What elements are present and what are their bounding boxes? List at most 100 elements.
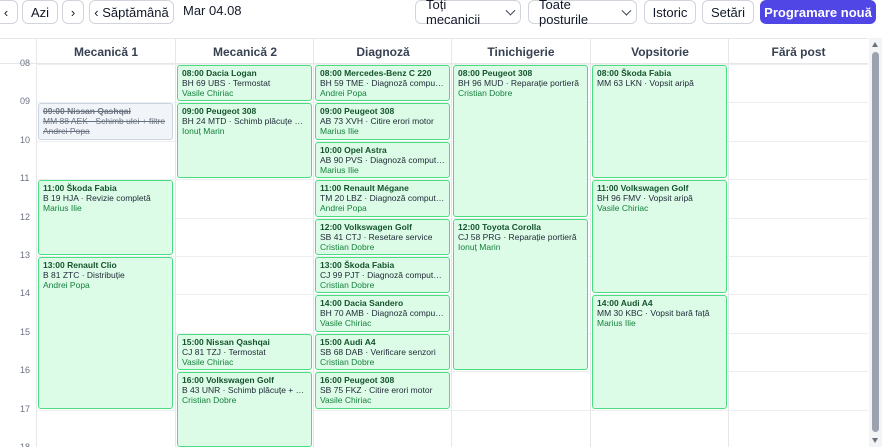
appointment-card[interactable]: 12:00 Toyota Corolla CJ 58 PRG · Reparați…	[453, 218, 588, 371]
hour-label: 08	[20, 58, 31, 68]
appointment-title: 13:00 Škoda Fabia	[320, 260, 395, 270]
appointment-details: MM 88 AEK · Schimb ulei + filtre	[43, 116, 166, 127]
appointment-mechanic: Vasile Chiriac	[320, 318, 372, 329]
appointment-title: 09:00 Peugeot 308	[320, 106, 395, 117]
settings-button[interactable]: Setări	[702, 0, 754, 24]
appointment-mechanic: Vasile Chiriac	[597, 203, 649, 214]
appointment-mechanic: Cristian Dobre	[320, 356, 375, 367]
current-date: Mar 04.08	[183, 3, 242, 18]
appointment-title: 12:00 Toyota Corolla	[458, 221, 541, 232]
column-header: Mecanică 2	[175, 39, 314, 64]
appointment-card[interactable]: 08:00 Škoda Fabia MM 63 LKN · Vopsit arip…	[592, 65, 727, 179]
appointment-card[interactable]: 15:00 Audi A4 SB 68 DAB · Verificare senz…	[315, 333, 450, 371]
appointment-title: 15:00 Audi A4	[320, 336, 376, 347]
appointment-details: SB 68 DAB · Verificare senzori	[320, 346, 436, 357]
appointment-card[interactable]: 11:00 Škoda Fabia B 19 HJA · Revizie comp…	[38, 180, 173, 255]
appointment-card[interactable]: 16:00 Peugeot 308 SB 75 FKZ · Citire eror…	[315, 372, 450, 409]
hour-label: 18	[20, 442, 31, 447]
appointment-mechanic: Cristian Dobre	[320, 280, 375, 290]
appointment-title: 08:00 Peugeot 308	[458, 68, 533, 78]
hour-label: 11	[20, 173, 30, 184]
toolbar: ‹ Azi › ‹ Săptămână Mar 04.08 Toți mecan…	[0, 0, 882, 27]
column-header: Mecanică 1	[36, 39, 175, 64]
station-filter-select[interactable]: Toate posturile	[528, 0, 637, 27]
appointment-details: AB 73 XVH · Citire erori motor	[320, 116, 434, 127]
appointment-card[interactable]: 11:00 Renault Mégane TM 20 LBZ · Diagnoză…	[315, 180, 450, 217]
appointment-card[interactable]: 16:00 Volkswagen Golf B 43 UNR · Schimb p…	[177, 372, 312, 447]
hour-label: 12	[20, 211, 31, 222]
appointment-details: MM 30 KBC · Vopsit bară față	[597, 308, 710, 319]
calendar-body: 08 09 10 11 12 13 14 15 16 17 18 09:00 Nissan Qashq…	[0, 58, 868, 447]
prev-day-button[interactable]: ‹	[0, 0, 18, 24]
history-button[interactable]: Istoric	[644, 0, 696, 24]
next-day-button[interactable]: ›	[62, 0, 84, 24]
appointment-mechanic: Vasile Chiriac	[182, 356, 234, 367]
appointment-mechanic: Marius Ilie	[43, 203, 82, 214]
appointment-details: CJ 58 PRG · Reparație portieră	[458, 231, 577, 242]
appointment-details: SB 41 CTJ · Resetare service	[320, 231, 433, 242]
appointment-mechanic: Vasile Chiriac	[182, 88, 234, 98]
appointment-title: 14:00 Audi A4	[597, 298, 653, 309]
hour-label: 16	[20, 365, 31, 376]
scroll-down-icon[interactable]	[872, 438, 878, 443]
column-header: Diagnoză	[313, 39, 452, 64]
appointment-title: 08:00 Škoda Fabia	[597, 68, 672, 78]
appointment-mechanic: Andrei Popa	[320, 88, 367, 98]
hour-label: 09	[20, 96, 31, 107]
appointment-details: SB 75 FKZ · Citire erori motor	[320, 385, 433, 396]
appointment-card[interactable]: 15:00 Nissan Qashqai CJ 81 TZJ · Termosta…	[177, 333, 312, 371]
appointment-mechanic: Marius Ilie	[597, 318, 636, 329]
appointment-card[interactable]: 13:00 Škoda Fabia CJ 99 PJT · Diagnoză co…	[315, 257, 450, 294]
appointment-details: B 19 HJA · Revizie completă	[43, 193, 151, 204]
hour-label: 10	[20, 134, 31, 145]
chevron-down-icon	[621, 5, 632, 15]
hour-label: 17	[20, 403, 31, 414]
appointment-card[interactable]: 12:00 Volkswagen Golf SB 41 CTJ · Resetar…	[315, 218, 450, 255]
appointment-title: 09:00 Peugeot 308	[182, 106, 257, 117]
vertical-scrollbar[interactable]	[869, 38, 882, 447]
appointment-mechanic: Marius Ilie	[320, 164, 359, 175]
chevron-down-icon	[505, 5, 516, 15]
scroll-up-icon[interactable]	[872, 42, 878, 47]
appointment-card[interactable]: 08:00 Mercedes-Benz C 220 BH 59 TME · Dia…	[315, 65, 450, 102]
appointment-title: 16:00 Peugeot 308	[320, 375, 395, 386]
appointment-title: 08:00 Mercedes-Benz C 220	[320, 68, 432, 78]
mechanic-filter-select[interactable]: Toți mecanicii	[415, 0, 521, 27]
appointment-mechanic: Ionuț Marin	[182, 126, 225, 137]
new-appointment-button[interactable]: Programare nouă	[760, 0, 876, 24]
appointment-card[interactable]: 09:00 Peugeot 308 BH 24 MTD · Schimb plăc…	[177, 103, 312, 179]
appointment-card[interactable]: 08:00 Dacia Logan BH 69 UBS · Termostat Va…	[177, 65, 312, 102]
scrollbar-thumb[interactable]	[872, 52, 879, 432]
column-header: Vopsitorie	[590, 39, 729, 64]
week-view-button[interactable]: ‹ Săptămână	[89, 0, 174, 24]
station-filter-value: Toate posturile	[539, 0, 589, 27]
appointment-card[interactable]: 08:00 Peugeot 308 BH 96 MUD · Reparație p…	[453, 65, 588, 217]
appointment-details: CJ 99 PJT · Diagnoză computerizată	[320, 270, 445, 280]
today-button[interactable]: Azi	[22, 0, 58, 24]
appointment-details: MM 63 LKN · Vopsit aripă	[597, 78, 694, 88]
appointment-card[interactable]: 11:00 Volkswagen Golf BH 96 FMV · Vopsit …	[592, 180, 727, 294]
appointment-mechanic: Andrei Popa	[43, 280, 90, 290]
hour-label: 15	[20, 326, 31, 337]
hour-label: 13	[20, 250, 31, 260]
appointment-details: AB 90 PVS · Diagnoză computerizată	[320, 154, 445, 165]
appointment-mechanic: Andrei Popa	[43, 126, 90, 137]
appointment-title: 12:00 Volkswagen Golf	[320, 221, 412, 232]
hour-gridline	[36, 64, 868, 65]
appointment-title: 11:00 Renault Mégane	[320, 183, 409, 194]
column-headers: Mecanică 1 Mecanică 2 Diagnoză Tinichigerie…	[0, 38, 868, 64]
appointment-card[interactable]: 10:00 Opel Astra AB 90 PVS · Diagnoză com…	[315, 141, 450, 179]
appointment-card[interactable]: 09:00 Nissan Qashqai MM 88 AEK · Schimb u…	[38, 103, 173, 140]
hour-gridline	[36, 140, 868, 142]
appointment-title: 14:00 Dacia Sandero	[320, 298, 404, 309]
appointment-details: BH 96 MUD · Reparație portieră	[458, 78, 579, 88]
appointment-card[interactable]: 13:00 Renault Clio B 81 ZTC · Distribuție…	[38, 257, 173, 409]
appointment-card[interactable]: 09:00 Peugeot 308 AB 73 XVH · Citire eror…	[315, 103, 450, 140]
appointment-card[interactable]: 14:00 Dacia Sandero BH 70 AMB · Diagnoză …	[315, 295, 450, 332]
appointment-card[interactable]: 14:00 Audi A4 MM 30 KBC · Vopsit bară faț…	[592, 295, 727, 409]
appointment-title: 11:00 Volkswagen Golf	[597, 183, 689, 194]
appointment-details: BH 24 MTD · Schimb plăcuțe + discuri	[182, 116, 307, 127]
hour-label: 14	[20, 288, 31, 299]
appointment-title: 15:00 Nissan Qashqai	[182, 336, 270, 347]
appointment-details: BH 70 AMB · Diagnoză computerizată	[320, 308, 445, 319]
